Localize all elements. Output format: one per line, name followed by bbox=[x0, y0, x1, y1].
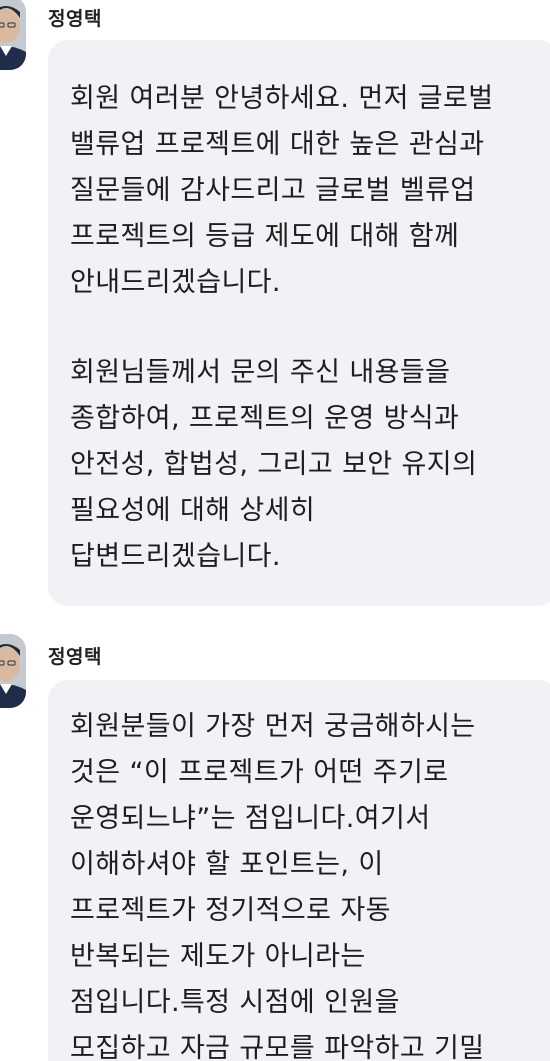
message-line: 안전성, 합법성, 그리고 보안 유지의 bbox=[70, 449, 478, 480]
message-line: 안내드리겠습니다. bbox=[70, 267, 281, 298]
message-line: 질문들에 감사드리고 글로벌 벨류업 bbox=[70, 175, 476, 206]
message-line: 회원 여러분 안녕하세요. 먼저 글로벌 bbox=[70, 83, 494, 114]
message-line: 필요성에 대해 상세히 bbox=[70, 495, 316, 526]
message-line: 점입니다.특정 시점에 인원을 bbox=[70, 987, 400, 1018]
message-line: 회원분들이 가장 먼저 궁금해하시는 bbox=[70, 711, 476, 742]
sender-name: 정영택 bbox=[48, 646, 102, 668]
message-line: 답변드리겠습니다. bbox=[70, 541, 281, 572]
avatar-photo-icon bbox=[0, 0, 26, 70]
message-paragraph: 회원님들께서 문의 주신 내용들을 종합하여, 프로젝트의 운영 방식과 안전성… bbox=[70, 350, 538, 580]
message-line: 종합하여, 프로젝트의 운영 방식과 bbox=[70, 403, 460, 434]
message-line: 프로젝트가 정기적으로 자동 bbox=[70, 895, 391, 926]
message-line: 모집하고 자금 규모를 파악하고 기밀 bbox=[70, 1033, 485, 1061]
message-line: 운영되느냐”는 점입니다.여기서 bbox=[70, 803, 431, 834]
message-paragraph: 회원분들이 가장 먼저 궁금해하시는 것은 “이 프로젝트가 어떤 주기로 운영… bbox=[70, 704, 538, 1061]
message-line: 반복되는 제도가 아니라는 bbox=[70, 941, 366, 972]
message-paragraph: 회원 여러분 안녕하세요. 먼저 글로벌 밸류업 프로젝트에 대한 높은 관심과… bbox=[70, 76, 538, 306]
message-bubble[interactable]: 회원분들이 가장 먼저 궁금해하시는 것은 “이 프로젝트가 어떤 주기로 운영… bbox=[48, 680, 550, 1061]
message-line: 이해하셔야 할 포인트는, 이 bbox=[70, 849, 384, 880]
message-line: 회원님들께서 문의 주신 내용들을 bbox=[70, 357, 451, 388]
avatar-photo-icon bbox=[0, 634, 26, 708]
avatar[interactable] bbox=[0, 0, 26, 70]
message-line: 것은 “이 프로젝트가 어떤 주기로 bbox=[70, 757, 449, 788]
avatar[interactable] bbox=[0, 634, 26, 708]
message-line: 프로젝트의 등급 제도에 대해 함께 bbox=[70, 221, 460, 252]
sender-name: 정영택 bbox=[48, 8, 102, 30]
message-bubble[interactable]: 회원 여러분 안녕하세요. 먼저 글로벌 밸류업 프로젝트에 대한 높은 관심과… bbox=[48, 40, 550, 606]
message-line: 밸류업 프로젝트에 대한 높은 관심과 bbox=[70, 129, 485, 160]
